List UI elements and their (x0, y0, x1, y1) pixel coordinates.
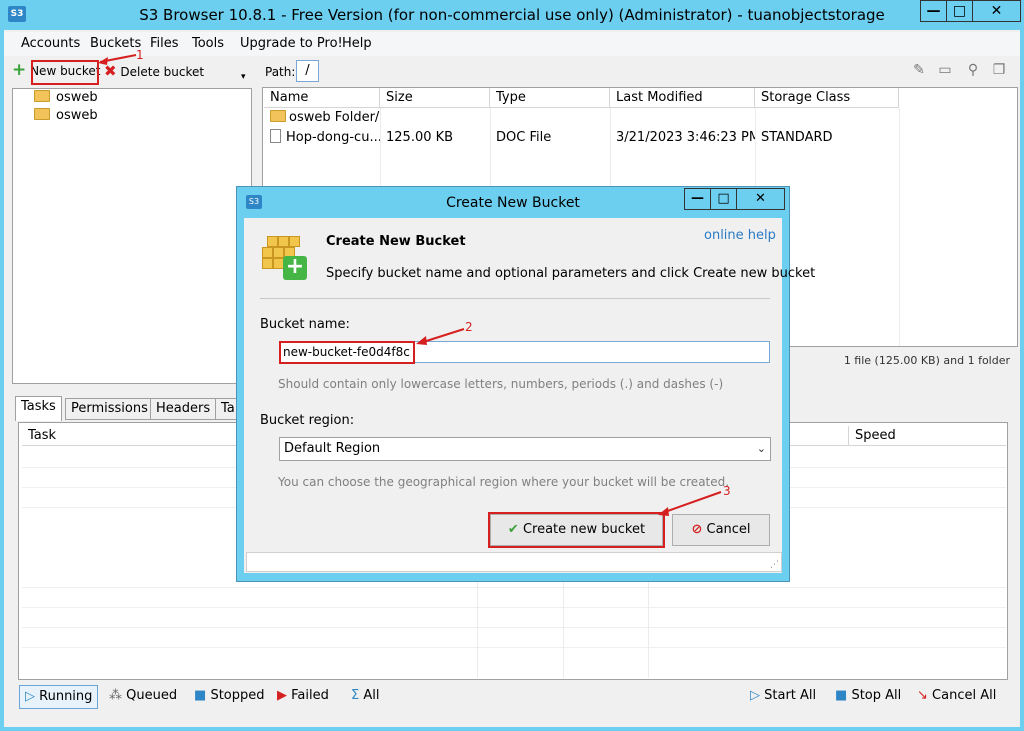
annotation-arrows (98, 54, 722, 516)
